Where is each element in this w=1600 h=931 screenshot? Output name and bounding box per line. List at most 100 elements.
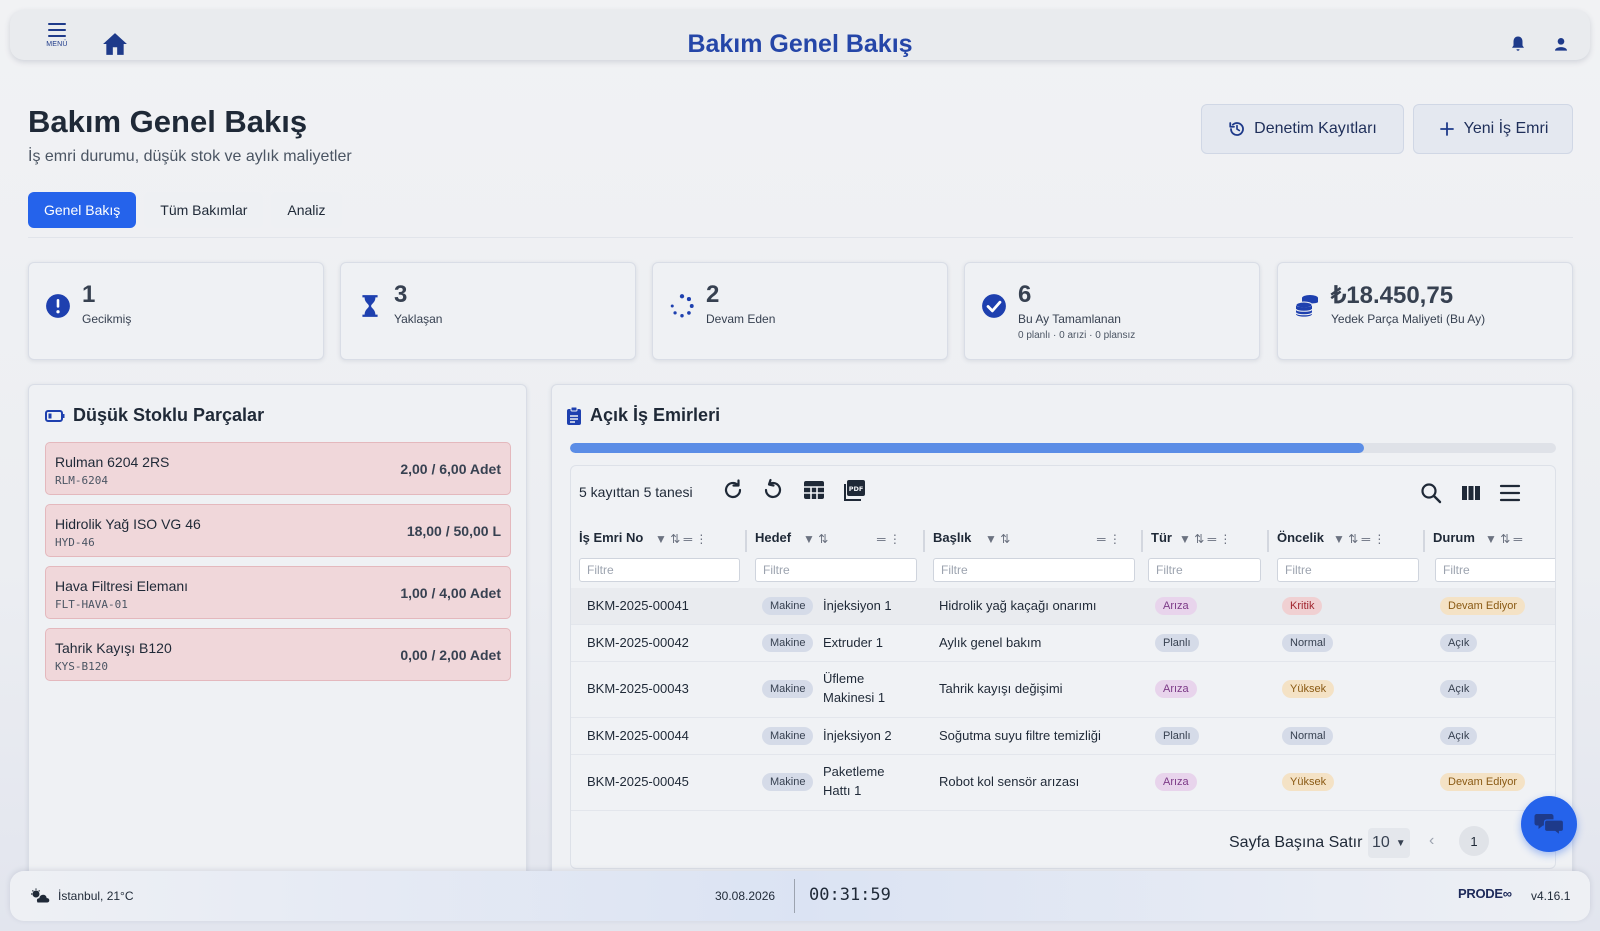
wo-no-header-icons[interactable]: ▼ ⇅ ═ ⋮ [655, 532, 707, 546]
divider [28, 237, 1573, 238]
kpi-value: 3 [394, 281, 408, 308]
target-name-line2: Makinesi 1 [823, 690, 886, 705]
column-header-target[interactable]: Hedef [755, 530, 791, 545]
audit-logs-button[interactable]: Denetim Kayıtları [1201, 104, 1404, 154]
type-chip: Arıza [1155, 597, 1197, 615]
type-chip: Planlı [1155, 634, 1199, 652]
target-header-menu[interactable]: ═ ⋮ [877, 532, 901, 546]
kpi-label: Yedek Parça Maliyeti (Bu Ay) [1331, 312, 1486, 326]
bell-icon[interactable] [1509, 35, 1527, 53]
footer-date: 30.08.2026 [715, 889, 776, 903]
density-icon[interactable] [1498, 481, 1522, 505]
filter-input-target[interactable] [755, 558, 917, 582]
progress-fill [570, 443, 1364, 453]
kpi-label: Devam Eden [706, 312, 776, 326]
page-title: Bakım Genel Bakış [28, 104, 308, 139]
column-resize-handle[interactable] [1267, 530, 1269, 552]
footer-separator [794, 879, 795, 913]
tab-analysis[interactable]: Analiz [271, 192, 342, 228]
kpi-spare-cost-card[interactable]: ₺18.450,75 Yedek Parça Maliyeti (Bu Ay) [1277, 262, 1573, 360]
refresh-icon[interactable] [721, 478, 745, 502]
work-orders-grid: 5 kayıttan 5 tanesi PDF İş Emri No ▼ ⇅ ═… [570, 465, 1556, 869]
table-icon[interactable] [802, 478, 826, 502]
reset-icon[interactable] [761, 478, 785, 502]
kpi-completed-card[interactable]: 6 Bu Ay Tamamlanan 0 planlı · 0 arızi · … [964, 262, 1260, 360]
part-quantity: 1,00 / 4,00 Adet [400, 585, 501, 601]
grid-header-row: İş Emri No ▼ ⇅ ═ ⋮ Hedef ▼ ⇅ ═ ⋮ Başlık … [571, 520, 1555, 556]
table-row[interactable]: BKM-2025-00044 Makine İnjeksiyon 2 Soğut… [571, 718, 1555, 755]
type-chip: Arıza [1155, 773, 1197, 791]
title-header-menu[interactable]: ═ ⋮ [1097, 532, 1121, 546]
previous-page-icon[interactable]: ‹ [1429, 832, 1434, 850]
filter-input-type[interactable] [1148, 558, 1261, 582]
filter-input-priority[interactable] [1277, 558, 1419, 582]
column-header-type[interactable]: Tür [1151, 530, 1172, 545]
target-type-chip: Makine [762, 597, 814, 615]
column-header-wo-no[interactable]: İş Emri No [579, 530, 643, 545]
chat-button[interactable] [1521, 796, 1577, 852]
table-row[interactable]: BKM-2025-00045 Makine Paketleme Hattı 1 … [571, 755, 1555, 811]
kpi-overdue-card[interactable]: 1 Gecikmiş [28, 262, 324, 360]
filter-input-wo-no[interactable] [579, 558, 740, 582]
kpi-label: Bu Ay Tamamlanan [1018, 312, 1121, 326]
priority-chip: Yüksek [1282, 773, 1335, 791]
rows-per-page-value: 10 [1372, 834, 1390, 851]
title-cell: Hidrolik yağ kaçağı onarımı [939, 598, 1097, 613]
table-row[interactable]: BKM-2025-00041 Makine İnjeksiyon 1 Hidro… [571, 588, 1555, 625]
type-chip: Planlı [1155, 727, 1199, 745]
column-resize-handle[interactable] [1141, 530, 1143, 552]
tab-all-maintenance[interactable]: Tüm Bakımlar [144, 192, 264, 228]
tab-overview[interactable]: Genel Bakış [28, 192, 137, 228]
rows-per-page-select[interactable]: 10 ▼ [1368, 828, 1410, 858]
column-resize-handle[interactable] [745, 530, 747, 552]
target-name-line1: Üfleme [823, 671, 865, 686]
title-cell: Aylık genel bakım [939, 635, 1042, 650]
low-stock-title: Düşük Stoklu Parçalar [45, 405, 264, 426]
status-header-icons[interactable]: ▼ ⇅ ═ [1485, 532, 1522, 546]
check-circle-icon [982, 294, 1006, 318]
brand-logo: PRODE∞ [1458, 886, 1512, 901]
type-chip: Arıza [1155, 680, 1197, 698]
columns-icon[interactable] [1459, 481, 1483, 505]
column-header-status[interactable]: Durum [1433, 530, 1475, 545]
part-name: Tahrik Kayışı B120 [55, 640, 172, 656]
low-stock-panel: Düşük Stoklu Parçalar Rulman 6204 2RS RL… [28, 384, 527, 884]
type-header-icons[interactable]: ▼ ⇅ ═ ⋮ [1179, 532, 1231, 546]
low-stock-item[interactable]: Tahrik Kayışı B120 KYS-B120 0,00 / 2,00 … [45, 628, 511, 681]
column-resize-handle[interactable] [1423, 530, 1425, 552]
table-row[interactable]: BKM-2025-00043 Makine Üfleme Makinesi 1 … [571, 662, 1555, 718]
caret-down-icon: ▼ [1395, 837, 1406, 849]
weather-text: İstanbul, 21°C [58, 889, 134, 903]
pdf-export-icon[interactable]: PDF [843, 478, 867, 502]
page-number-button[interactable]: 1 [1459, 826, 1489, 856]
kpi-upcoming-card[interactable]: 3 Yaklaşan [340, 262, 636, 360]
target-name-line1: Paketleme [823, 764, 885, 779]
open-work-orders-panel: Açık İş Emirleri 5 kayıttan 5 tanesi PDF [551, 384, 1573, 884]
page-subtitle: İş emri durumu, düşük stok ve aylık mali… [28, 148, 352, 165]
priority-header-icons[interactable]: ▼ ⇅ ═ ⋮ [1333, 532, 1385, 546]
search-icon[interactable] [1419, 481, 1443, 505]
target-name-cell: İnjeksiyon 1 [823, 598, 892, 613]
part-name: Rulman 6204 2RS [55, 454, 170, 470]
kpi-value: 2 [706, 281, 720, 308]
title-cell: Robot kol sensör arızası [939, 774, 1080, 789]
column-resize-handle[interactable] [923, 530, 925, 552]
new-work-order-button[interactable]: Yeni İş Emri [1413, 104, 1573, 154]
low-stock-item[interactable]: Hidrolik Yağ ISO VG 46 HYD-46 18,00 / 50… [45, 504, 511, 557]
low-stock-item[interactable]: Hava Filtresi Elemanı FLT-HAVA-01 1,00 /… [45, 566, 511, 619]
column-header-title[interactable]: Başlık [933, 530, 971, 545]
kpi-in-progress-card[interactable]: 2 Devam Eden [652, 262, 948, 360]
part-code: FLT-HAVA-01 [55, 598, 128, 611]
filter-input-title[interactable] [933, 558, 1135, 582]
coins-icon [1295, 295, 1318, 317]
part-quantity: 18,00 / 50,00 L [406, 523, 501, 539]
footer-clock: 00:31:59 [809, 885, 891, 905]
filter-input-status[interactable] [1435, 558, 1555, 582]
part-code: RLM-6204 [55, 474, 108, 487]
column-header-priority[interactable]: Öncelik [1277, 530, 1324, 545]
low-stock-item[interactable]: Rulman 6204 2RS RLM-6204 2,00 / 6,00 Ade… [45, 442, 511, 495]
title-header-icons[interactable]: ▼ ⇅ [985, 532, 1010, 546]
user-icon[interactable] [1553, 36, 1569, 52]
target-header-icons[interactable]: ▼ ⇅ [803, 532, 828, 546]
table-row[interactable]: BKM-2025-00042 Makine Extruder 1 Aylık g… [571, 625, 1555, 662]
